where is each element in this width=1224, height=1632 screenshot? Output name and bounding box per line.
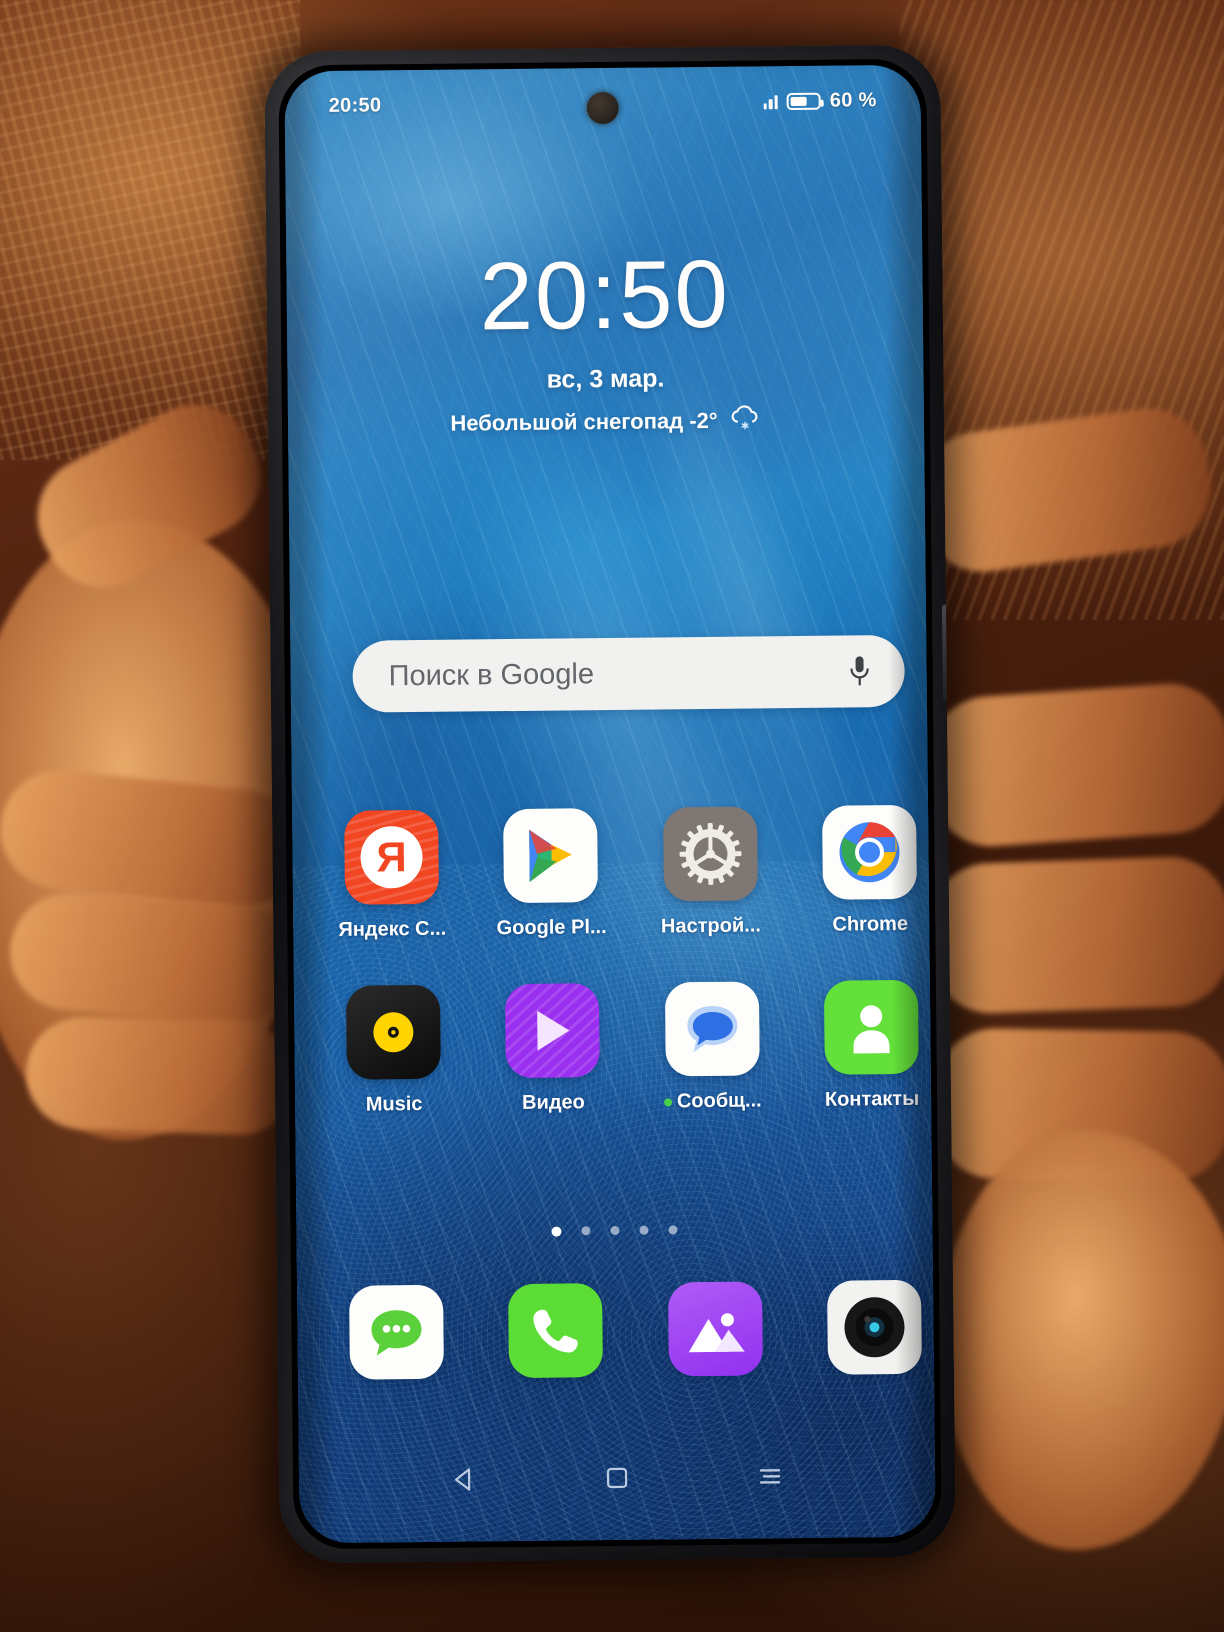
- sms-bubble-icon[interactable]: [349, 1284, 445, 1380]
- page-dot-4[interactable]: [639, 1225, 649, 1235]
- app-label: Настрой...: [660, 914, 761, 938]
- battery-percent-label: 60 %: [829, 88, 877, 112]
- status-bar-right: 60 %: [763, 89, 877, 113]
- finger-5: [925, 679, 1224, 851]
- weather-row[interactable]: Небольшой снегопад -2°: [288, 402, 924, 441]
- finger-3: [24, 1015, 298, 1137]
- page-dot-5[interactable]: [668, 1225, 678, 1235]
- dock-item-phone[interactable]: [484, 1283, 627, 1379]
- dock-item-sms[interactable]: [325, 1284, 468, 1380]
- signal-bars-icon: [763, 93, 778, 110]
- app-google-play[interactable]: Google Pl...: [479, 808, 622, 940]
- app-label: Music: [365, 1092, 423, 1116]
- clock-time: 20:50: [478, 240, 731, 351]
- app-settings[interactable]: Настрой...: [639, 806, 782, 938]
- app-label: Сообщ...: [663, 1089, 762, 1113]
- battery-icon: [786, 92, 821, 110]
- back-triangle-icon[interactable]: [449, 1464, 479, 1499]
- google-play-icon[interactable]: [503, 808, 599, 904]
- finger-2: [6, 890, 304, 1026]
- status-bar-time: 20:50: [328, 93, 382, 117]
- app-label: Видео: [521, 1091, 585, 1114]
- app-video[interactable]: Видео: [481, 983, 624, 1115]
- weather-text: Небольшой снегопад -2°: [450, 407, 718, 436]
- front-camera-punchhole: [586, 91, 619, 125]
- google-search-bar[interactable]: Поиск в Google: [352, 634, 905, 713]
- carpet-texture-left: [0, 0, 300, 460]
- phone-device: 20:50 60 % 20:50 вс, 3 мар. Небольшой сн…: [264, 44, 956, 1564]
- clock-date: вс, 3 мар.: [546, 364, 665, 394]
- finger-6: [927, 854, 1224, 1016]
- hand-palm-right: [940, 1130, 1224, 1550]
- camera-lens-icon[interactable]: [826, 1279, 922, 1375]
- app-contacts[interactable]: Контакты: [800, 979, 936, 1112]
- navigation-bar[interactable]: [299, 1447, 936, 1514]
- page-dot-3[interactable]: [610, 1225, 620, 1236]
- yandex-glyph: Я: [360, 825, 423, 889]
- app-label: Контакты: [824, 1087, 920, 1111]
- dock: [325, 1279, 936, 1380]
- contacts-person-icon[interactable]: [823, 979, 919, 1075]
- app-yandex[interactable]: Я Яндекс С...: [320, 809, 463, 942]
- phone-handset-icon[interactable]: [508, 1283, 604, 1379]
- app-label: Яндекс С...: [338, 917, 447, 941]
- unread-badge-dot: [663, 1097, 672, 1106]
- app-row-1: Я Яндекс С... Google Pl... Настрой... Ch…: [320, 804, 936, 942]
- app-messages[interactable]: Сообщ...: [641, 981, 784, 1113]
- app-row-2: Music Видео Сообщ... Контакты: [322, 979, 936, 1117]
- search-input[interactable]: Поиск в Google: [388, 658, 594, 693]
- app-label: Chrome: [832, 912, 909, 936]
- messages-bubble-icon[interactable]: [664, 981, 760, 1077]
- phone-bezel: 20:50 60 % 20:50 вс, 3 мар. Небольшой сн…: [278, 58, 942, 1550]
- app-grid: Я Яндекс С... Google Pl... Настрой... Ch…: [320, 804, 936, 1161]
- gallery-mountain-icon[interactable]: [667, 1281, 763, 1377]
- dock-item-gallery[interactable]: [644, 1281, 787, 1377]
- app-chrome[interactable]: Chrome: [798, 804, 936, 937]
- music-disc-icon[interactable]: [345, 984, 441, 1080]
- snow-cloud-icon: [727, 404, 761, 436]
- clock-weather-widget[interactable]: 20:50 вс, 3 мар. Небольшой снегопад -2°: [286, 240, 924, 441]
- recents-lines-icon[interactable]: [755, 1462, 785, 1495]
- yandex-icon[interactable]: Я: [344, 809, 440, 905]
- app-label: Google Pl...: [496, 916, 607, 940]
- phone-screen[interactable]: 20:50 60 % 20:50 вс, 3 мар. Небольшой сн…: [284, 64, 936, 1544]
- video-play-icon[interactable]: [505, 983, 601, 1079]
- settings-gear-icon[interactable]: [662, 806, 758, 902]
- dock-item-camera[interactable]: [803, 1279, 936, 1375]
- page-dot-2[interactable]: [581, 1226, 591, 1236]
- page-dot-1[interactable]: [551, 1226, 562, 1237]
- home-square-icon[interactable]: [603, 1463, 631, 1496]
- chrome-icon[interactable]: [822, 804, 917, 900]
- app-music[interactable]: Music: [322, 984, 465, 1117]
- microphone-icon[interactable]: [846, 654, 872, 688]
